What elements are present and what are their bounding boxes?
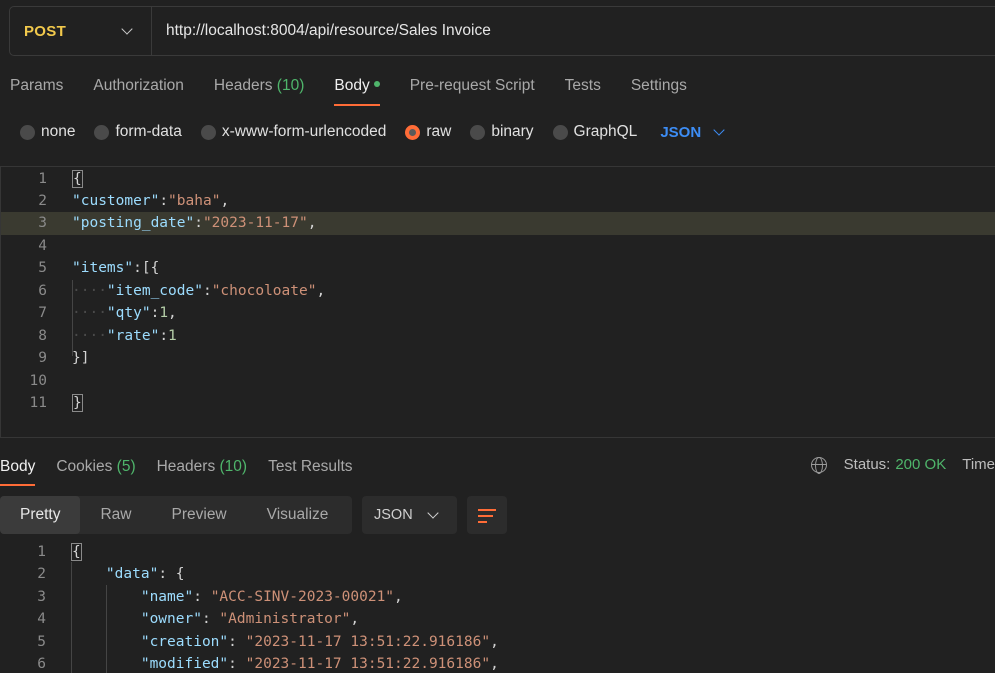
status-label: Status: [843,456,891,473]
code-line: 5 "creation": "2023-11-17 13:51:22.91618… [37,634,499,650]
headers-count: (10) [276,77,305,94]
code-line: 8 ····"rate":1 [38,328,177,344]
tab-headers[interactable]: Headers (10) [214,68,304,104]
chevron-down-icon [713,124,725,136]
code-line: 3 "name": "ACC-SINV-2023-00021", [37,589,403,605]
radio-circle-icon [470,124,486,140]
tab-tests[interactable]: Tests [565,68,601,104]
code-line: 11} [29,394,83,412]
radio-urlencoded[interactable]: x-www-form-urlencoded [200,123,386,141]
code-line: 10 [29,373,47,389]
chevron-down-icon [121,23,133,35]
code-line: 1{ [38,170,83,188]
view-preview-button[interactable]: Preview [152,496,247,534]
time-label[interactable]: Time [962,456,995,473]
response-status: Status: 200 OK Time [810,456,995,474]
code-line: 6 ····"item_code":"chocoloate", [38,283,326,299]
code-line: 2 "customer":"baha", [38,193,230,209]
tab-response-headers[interactable]: Headers (10) [157,450,247,484]
code-line: 4 [38,238,47,254]
tab-test-results[interactable]: Test Results [268,450,352,484]
response-format-select[interactable]: JSON [362,496,457,534]
tab-pre-request-script[interactable]: Pre-request Script [410,68,535,104]
tab-authorization[interactable]: Authorization [93,68,183,104]
url-input[interactable] [152,7,995,55]
radio-graphql[interactable]: GraphQL [552,123,637,141]
code-line: 2 "data": { [37,566,185,582]
tab-cookies[interactable]: Cookies (5) [56,450,135,484]
tab-response-body[interactable]: Body [0,450,36,486]
wrap-lines-icon [478,509,496,511]
radio-selected-icon [405,124,421,140]
response-body-viewer[interactable]: 1{ 2 "data": { 3 "name": "ACC-SINV-2023-… [0,540,995,673]
response-view-toggle: Pretty Raw Preview Visualize [0,496,352,534]
chevron-down-icon [427,507,439,519]
code-line: 4 "owner": "Administrator", [37,611,360,627]
code-line: 5 "items":[{ [38,260,160,276]
tab-body[interactable]: Body [334,68,381,106]
radio-circle-icon [20,124,35,140]
tab-settings[interactable]: Settings [631,68,687,104]
body-format-select[interactable]: JSON [660,124,725,141]
radio-circle-icon [94,124,110,140]
radio-form-data[interactable]: form-data [94,123,182,141]
code-line: 1{ [37,543,82,561]
request-body-editor[interactable]: 1{ 2 "customer":"baha", 3 "posting_date":"… [0,166,995,438]
code-line: 9}] [38,350,90,366]
method-label: POST [24,22,67,40]
method-select[interactable]: POST [10,7,152,55]
status-badge[interactable]: 200 OK [895,456,946,473]
radio-circle-icon [552,124,568,140]
body-type-options: none form-data x-www-form-urlencoded raw… [20,119,725,145]
view-raw-button[interactable]: Raw [80,496,151,534]
response-tabs: Body Cookies (5) Headers (10) Test Resul… [0,449,374,486]
view-visualize-button[interactable]: Visualize [247,496,349,534]
globe-icon[interactable] [810,456,827,474]
wrap-lines-button[interactable] [467,496,507,534]
code-line: 6 "modified": "2023-11-17 13:51:22.91618… [37,656,499,672]
radio-raw[interactable]: raw [405,123,451,141]
request-url-bar: POST [9,6,995,56]
response-headers-count: (10) [219,458,248,475]
code-line: 7 ····"qty":1, [38,305,177,321]
cookies-count: (5) [116,458,136,475]
request-tabs: Params Authorization Headers (10) Body P… [0,68,707,106]
modified-dot-icon [373,81,380,88]
code-line-active: 3 "posting_date":"2023-11-17", [1,212,995,235]
radio-circle-icon [200,124,216,140]
tab-params[interactable]: Params [10,68,63,104]
radio-binary[interactable]: binary [470,123,534,141]
radio-none[interactable]: none [20,123,75,141]
view-pretty-button[interactable]: Pretty [0,496,81,534]
